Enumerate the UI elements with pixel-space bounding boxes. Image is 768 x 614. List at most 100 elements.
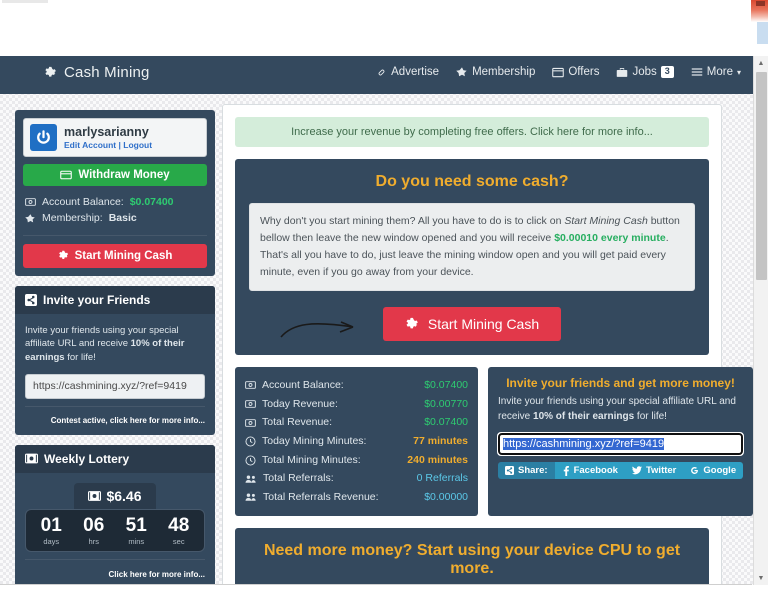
offers-alert-banner[interactable]: Increase your revenue by completing free…: [235, 117, 709, 147]
share-icon: [505, 466, 514, 475]
nav-jobs-badge: 3: [660, 66, 674, 78]
membership-value: Basic: [108, 212, 137, 225]
scroll-down-arrow-icon[interactable]: ▼: [754, 571, 768, 585]
account-balance-value: $0.07400: [129, 196, 174, 208]
page-viewport: Cash Mining Advertise Membership Offers …: [0, 56, 768, 585]
share-buttons-row: Share: Facebook Twitter Google: [498, 462, 744, 479]
user-box: marlysarianny Edit Account | Logout: [23, 118, 207, 157]
nav-item-membership[interactable]: Membership: [456, 66, 535, 78]
share-button-label: Google: [703, 465, 737, 476]
affiliate-url-input[interactable]: [496, 432, 745, 456]
lottery-amount-value: $6.46: [106, 487, 142, 504]
clock-icon: [245, 436, 256, 447]
start-mining-cash-sidebar-button[interactable]: Start Mining Cash: [23, 243, 207, 268]
logout-link[interactable]: Logout: [123, 140, 152, 150]
countdown-value: 51: [125, 514, 147, 536]
money-icon: [25, 453, 38, 464]
stat-row: Total Revenue: $0.07400: [245, 413, 468, 432]
account-panel: marlysarianny Edit Account | Logout With…: [15, 110, 215, 276]
nav-item-label: Offers: [568, 66, 600, 78]
window-close-button[interactable]: [751, 0, 768, 22]
membership-row: Membership: Basic: [25, 210, 205, 226]
user-name: marlysarianny: [64, 124, 149, 139]
nav-item-label: More: [706, 66, 733, 78]
invite-text-part2: for life!: [64, 352, 96, 364]
contest-info-link[interactable]: Contest active, click here for more info…: [25, 416, 205, 425]
window-chrome-accent: [757, 22, 768, 44]
brand[interactable]: Cash Mining: [44, 64, 150, 81]
share-facebook-button[interactable]: Facebook: [554, 462, 625, 479]
account-balance-row: Account Balance: $0.07400: [25, 194, 205, 210]
chevron-down-icon: ▾: [736, 67, 741, 77]
desc-part1: Why don't you start mining them? All you…: [260, 215, 565, 227]
stat-value: $0.07400: [424, 379, 468, 391]
share-twitter-button[interactable]: Twitter: [624, 462, 684, 479]
stat-label-wrap: Today Revenue:: [245, 395, 338, 414]
stat-label-wrap: Today Mining Minutes:: [245, 432, 366, 451]
user-links: Edit Account | Logout: [64, 140, 152, 150]
invite-desc-part2: for life!: [634, 410, 667, 422]
scrollbar-thumb[interactable]: [756, 72, 767, 280]
avatar: [30, 124, 57, 151]
twitter-icon: [631, 466, 642, 475]
countdown-seconds: 48 sec: [168, 515, 189, 545]
cta-label: Start Mining Cash: [427, 316, 540, 332]
nav-item-offers[interactable]: Offers: [552, 66, 599, 78]
invite-more-money-panel: Invite your friends and get more money! …: [488, 367, 754, 516]
hamburger-icon: [691, 67, 703, 77]
page-scrollbar[interactable]: ▲ ▼: [753, 56, 768, 585]
users-icon: [245, 492, 257, 502]
scroll-up-arrow-icon[interactable]: ▲: [754, 56, 768, 70]
stat-row: Total Referrals Revenue: $0.00000: [245, 488, 468, 507]
browser-tab-sliver[interactable]: [2, 0, 48, 3]
account-summary: Account Balance: $0.07400 Membership: Ba…: [23, 186, 207, 233]
invite-desc-bold: 10% of their earnings: [533, 410, 635, 422]
money-icon: [88, 490, 102, 501]
nav-item-advertise[interactable]: Advertise: [376, 66, 439, 78]
browser-chrome: [0, 0, 768, 56]
panel-divider: [23, 234, 207, 236]
nav-item-label: Membership: [472, 66, 536, 78]
membership-label: Membership:: [42, 212, 103, 225]
countdown-days: 01 days: [40, 514, 62, 545]
cpu-mining-block: Need more money? Start using your device…: [235, 527, 709, 585]
desc-emphasis: Start Mining Cash: [564, 215, 648, 227]
share-label: Share:: [498, 462, 555, 479]
share-google-button[interactable]: Google: [683, 462, 744, 479]
start-mining-cash-button[interactable]: Start Mining Cash: [382, 307, 562, 341]
share-label-text: Share:: [518, 465, 548, 476]
stat-label: Today Revenue:: [262, 397, 338, 410]
nav-item-label: Advertise: [391, 66, 440, 78]
countdown-value: 01: [40, 514, 62, 536]
need-cash-description: Why don't you start mining them? All you…: [249, 203, 695, 291]
referral-url-input[interactable]: [25, 373, 205, 399]
need-cash-title: Do you need some cash?: [375, 173, 569, 190]
stat-label: Total Revenue:: [262, 416, 333, 429]
panel-divider: [25, 558, 205, 560]
countdown-unit: hrs: [88, 536, 99, 546]
lottery-info-link[interactable]: Click here for more info...: [25, 570, 205, 579]
edit-account-link[interactable]: Edit Account: [64, 140, 116, 150]
nav-item-more[interactable]: More ▾: [691, 66, 741, 78]
main-content: Increase your revenue by completing free…: [222, 104, 754, 585]
stat-value: $0.00770: [424, 397, 468, 410]
stat-label: Total Mining Minutes:: [262, 453, 361, 466]
stat-row: Today Mining Minutes: 77 minutes: [245, 432, 468, 451]
panel-divider: [25, 405, 205, 407]
invite-friends-header: Invite your Friends: [15, 285, 215, 314]
brand-label: Cash Mining: [64, 64, 150, 81]
annotation-arrow-icon: [280, 321, 354, 338]
stat-label-wrap: Total Referrals Revenue:: [245, 488, 379, 507]
nav-item-jobs[interactable]: Jobs 3: [616, 66, 674, 78]
withdraw-money-button[interactable]: Withdraw Money: [23, 164, 207, 186]
weekly-lottery-body: $6.46 01 days 06 hrs 51 mins 48 sec Clic…: [15, 473, 215, 585]
share-button-label: Facebook: [573, 465, 618, 476]
screen: Cash Mining Advertise Membership Offers …: [0, 0, 768, 614]
stat-label-wrap: Total Revenue:: [245, 413, 332, 432]
close-icon: [756, 1, 765, 6]
lottery-amount: $6.46: [74, 482, 156, 509]
main-card: Increase your revenue by completing free…: [222, 104, 754, 585]
stat-value: 0 Referrals: [416, 472, 468, 485]
need-cash-block: Do you need some cash? Why don't you sta…: [235, 159, 709, 355]
withdraw-label: Withdraw Money: [78, 169, 170, 181]
